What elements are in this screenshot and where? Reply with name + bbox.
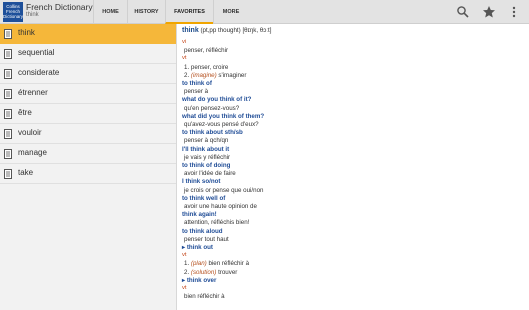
- overflow-menu-icon[interactable]: [510, 5, 518, 19]
- search-icon[interactable]: [456, 5, 470, 19]
- part-of-speech: vt: [182, 252, 187, 259]
- translation: avoir une haute opinion de: [184, 203, 257, 210]
- sense-number: 1.: [184, 63, 191, 71]
- list-item-label: considerate: [18, 68, 60, 77]
- numbered-sense: 1. (plan) bien réfléchir à: [184, 260, 249, 267]
- sense-translation: s'imaginer: [218, 71, 247, 79]
- document-icon: [4, 109, 12, 119]
- list-item-label: être: [18, 108, 32, 117]
- tab-more[interactable]: MORE: [213, 0, 248, 24]
- list-item-label: étrenner: [18, 88, 48, 97]
- document-icon: [4, 129, 12, 139]
- translation: bien réfléchir à: [184, 293, 225, 301]
- pronunciation: [θɪŋk, θɔːt]: [242, 27, 272, 34]
- list-item-considerate[interactable]: considerate: [0, 64, 176, 84]
- example-phrase: to think of: [182, 80, 212, 87]
- tab-home[interactable]: HOME: [93, 0, 127, 24]
- collins-logo: Collins French Dictionary: [3, 2, 23, 22]
- phrasal-verb-link[interactable]: ▸ think out: [182, 244, 213, 251]
- tab-favorites[interactable]: FAVORITES: [165, 0, 213, 24]
- translation: penser, réfléchir: [184, 47, 229, 55]
- example-phrase: to think about sth/sb: [182, 129, 243, 137]
- entry-heading: think (pt,pp thought) [θɪŋk, θɔːt]: [182, 27, 271, 34]
- list-item-label: take: [18, 168, 34, 177]
- part-of-speech: vt: [182, 55, 187, 62]
- numbered-sense: 1. penser, croire: [184, 64, 228, 71]
- star-icon[interactable]: [482, 5, 496, 19]
- tab-history[interactable]: HISTORY: [127, 0, 165, 24]
- phrasal-verb-link[interactable]: ▸ think over: [182, 277, 216, 284]
- sense-number: 2.: [184, 71, 191, 79]
- list-item-take[interactable]: take: [0, 164, 176, 184]
- sense-number: 2.: [184, 268, 191, 276]
- translation: avoir l'idée de faire: [184, 170, 236, 178]
- example-phrase: to think aloud: [182, 227, 223, 235]
- sense-number: 1.: [184, 260, 191, 268]
- example-phrase: I think so/not: [182, 178, 221, 186]
- numbered-sense: 2. (imagine) s'imaginer: [184, 72, 246, 79]
- document-icon: [4, 29, 12, 39]
- translation: penser à qch/qn: [184, 137, 229, 145]
- document-icon: [4, 69, 12, 79]
- app-title: French Dictionary: [26, 2, 93, 12]
- sense-context: (plan): [190, 260, 209, 268]
- sense-context: (solution): [190, 268, 219, 276]
- document-icon: [4, 89, 12, 99]
- translation: attention, réfléchis bien!: [184, 219, 250, 227]
- example-phrase: what do you think of it?: [182, 96, 252, 104]
- document-icon: [4, 49, 12, 59]
- example-phrase: think again!: [182, 211, 217, 219]
- list-item-think[interactable]: think: [0, 24, 176, 44]
- sense-translation: bien réfléchir à: [208, 260, 250, 268]
- entry-pane[interactable]: think (pt,pp thought) [θɪŋk, θɔːt] vi pen…: [176, 24, 529, 310]
- action-bar: Collins French Dictionary French Diction…: [0, 0, 529, 24]
- list-item-label: manage: [18, 148, 47, 157]
- example-phrase: I'll think about it: [182, 145, 230, 153]
- favorites-list: think sequential considerate étrenner êt…: [0, 24, 176, 310]
- example-phrase: to think of doing: [182, 162, 231, 169]
- list-item-sequential[interactable]: sequential: [0, 44, 176, 64]
- list-item-label: think: [18, 28, 35, 37]
- list-item-label: sequential: [18, 48, 55, 57]
- part-of-speech: vt: [182, 285, 187, 291]
- translation: qu'avez-vous pensé d'eux?: [184, 121, 259, 128]
- example-phrase: to think well of: [182, 194, 226, 202]
- numbered-sense: 2. (solution) trouver: [184, 269, 237, 276]
- translation: qu'en pensez-vous?: [184, 104, 240, 112]
- sense-translation: penser, croire: [190, 63, 229, 71]
- list-item-vouloir[interactable]: vouloir: [0, 124, 176, 144]
- translation: penser à: [184, 88, 209, 96]
- headword: think: [182, 27, 199, 34]
- list-item-manage[interactable]: manage: [0, 144, 176, 164]
- inflection: (pt,pp thought): [200, 27, 241, 34]
- document-icon: [4, 149, 12, 159]
- sense-translation: trouver: [218, 268, 238, 276]
- part-of-speech: vi: [182, 39, 187, 45]
- list-item-etre[interactable]: être: [0, 104, 176, 124]
- list-item-label: vouloir: [18, 128, 42, 137]
- current-word: think: [26, 12, 39, 18]
- translation: penser tout haut: [184, 235, 229, 243]
- translation: je crois or pense que oui/non: [184, 186, 264, 194]
- sense-context: (imagine): [190, 71, 219, 79]
- logo-line-3: Dictionary: [3, 14, 24, 19]
- example-phrase: what did you think of them?: [182, 112, 265, 120]
- translation: je vais y réfléchir: [184, 153, 231, 161]
- list-item-etrenner[interactable]: étrenner: [0, 84, 176, 104]
- document-icon: [4, 169, 12, 179]
